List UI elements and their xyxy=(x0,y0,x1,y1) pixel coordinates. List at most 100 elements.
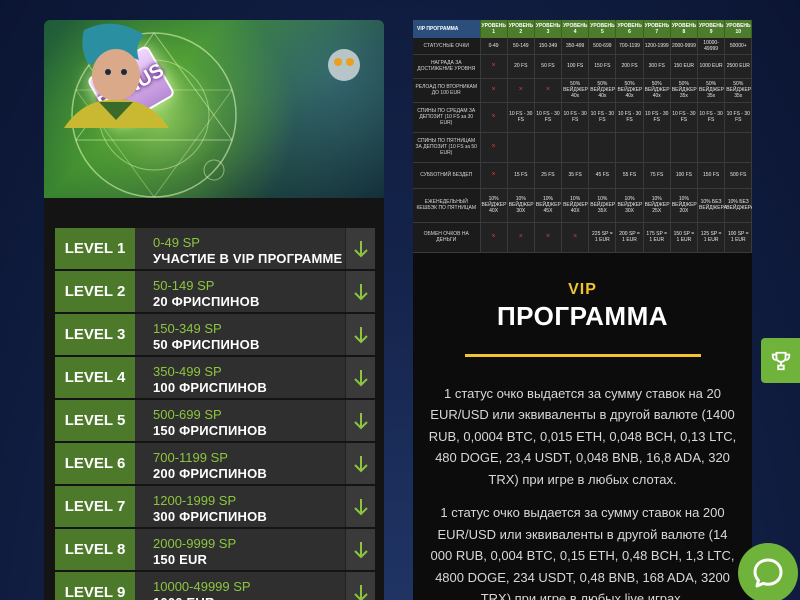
level-reward: 150 EUR xyxy=(153,551,208,567)
vip-heading: VIP ПРОГРАММА xyxy=(413,281,752,332)
bonus-hero-banner: BONUS xyxy=(44,20,384,198)
arrow-down-icon[interactable] xyxy=(345,271,375,312)
table-header-cell: УРОВЕНЬ 10 xyxy=(724,20,752,38)
table-cell: 1000 EUR xyxy=(697,54,726,79)
table-cell: 50% ВЕЙДЖЕР 35x xyxy=(670,78,699,103)
table-cell: 10% ВЕЙДЖЕР 20X xyxy=(670,188,699,223)
table-cell: × xyxy=(534,78,563,103)
vip-heading-title: ПРОГРАММА xyxy=(496,300,669,331)
table-cell: 10000-49999 xyxy=(697,38,726,55)
level-row[interactable]: LEVEL 5 500-699 SP 150 ФРИСПИНОВ xyxy=(55,400,375,441)
table-cell: 200 SP = 1 EUR xyxy=(615,222,644,253)
level-sp-range: 350-499 SP xyxy=(153,363,222,379)
table-header-cell: УРОВЕНЬ 4 xyxy=(561,20,590,38)
table-cell: 50% ВЕЙДЖЕР 40x xyxy=(643,78,671,103)
level-reward: УЧАСТИЕ В VIP ПРОГРАММЕ xyxy=(153,250,343,266)
level-info: 150-349 SP 50 ФРИСПИНОВ xyxy=(135,314,345,355)
level-label: LEVEL 5 xyxy=(55,400,135,441)
table-cell: 10% ВЕЙДЖЕР 30X xyxy=(507,188,535,223)
table-row-header: СПИНЫ ПО СРЕДАМ ЗА ДЕПОЗИТ (10 FS за 30 … xyxy=(413,102,481,133)
table-header-cell: УРОВЕНЬ 1 xyxy=(480,20,508,38)
vip-program-panel: VIP ПРОГРАММА УРОВЕНЬ 1 УРОВЕНЬ 2 УРОВЕНЬ 3… xyxy=(413,20,752,600)
table-cell: 50% ВЕЙДЖЕР 35x xyxy=(724,78,752,103)
table-cell: 50% ВЕЙДЖЕР 40x xyxy=(615,78,644,103)
level-label: LEVEL 8 xyxy=(55,529,135,570)
level-row[interactable]: LEVEL 4 350-499 SP 100 ФРИСПИНОВ xyxy=(55,357,375,398)
arrow-down-icon[interactable] xyxy=(345,400,375,441)
table-cell: 300 FS xyxy=(643,54,671,79)
table-row-header: СПИНЫ ПО ПЯТНИЦАМ ЗА ДЕПОЗИТ (10 FS за 5… xyxy=(413,132,481,163)
table-cell: 10 FS - 30 FS xyxy=(615,102,644,133)
level-row[interactable]: LEVEL 3 150-349 SP 50 ФРИСПИНОВ xyxy=(55,314,375,355)
table-cell: 10 FS - 30 FS xyxy=(643,102,671,133)
table-row: СПИНЫ ПО ПЯТНИЦАМ ЗА ДЕПОЗИТ (10 FS за 5… xyxy=(413,132,752,163)
table-cell: 100 FS xyxy=(670,162,699,189)
table-row: НАГРАДА ЗА ДОСТИЖЕНИЕ УРОВНЯ × 20 FS 50 FS 1… xyxy=(413,54,752,79)
level-reward: 20 ФРИСПИНОВ xyxy=(153,293,260,309)
arrow-down-icon[interactable] xyxy=(345,443,375,484)
level-label: LEVEL 2 xyxy=(55,271,135,312)
table-cell: 10% ВЕЙДЖЕР 30X xyxy=(615,188,644,223)
level-reward: 50 ФРИСПИНОВ xyxy=(153,336,260,352)
table-row: СПИНЫ ПО СРЕДАМ ЗА ДЕПОЗИТ (10 FS за 30 … xyxy=(413,102,752,133)
level-reward: 1000 EUR xyxy=(153,595,345,600)
level-row[interactable]: LEVEL 6 700-1199 SP 200 ФРИСПИНОВ xyxy=(55,443,375,484)
level-info: 500-699 SP 150 ФРИСПИНОВ xyxy=(135,400,345,441)
arrow-down-icon[interactable] xyxy=(345,314,375,355)
table-cell: 150-349 xyxy=(534,38,563,55)
table-cell: 45 FS xyxy=(588,162,617,189)
table-cell: 20 FS xyxy=(507,54,535,79)
arrow-down-icon[interactable] xyxy=(345,572,375,600)
table-cell: 100 SP = 1 EUR xyxy=(724,222,752,253)
table-cell: 55 FS xyxy=(615,162,644,189)
table-cell xyxy=(670,132,699,163)
level-row[interactable]: LEVEL 7 1200-1999 SP 300 ФРИСПИНОВ xyxy=(55,486,375,527)
level-label: LEVEL 7 xyxy=(55,486,135,527)
live-chat-button[interactable] xyxy=(738,543,798,600)
arrow-down-icon[interactable] xyxy=(345,357,375,398)
level-row[interactable]: LEVEL 2 50-149 SP 20 ФРИСПИНОВ xyxy=(55,271,375,312)
level-sp-range: 0-49 SP xyxy=(153,234,200,250)
level-row[interactable]: LEVEL 8 2000-9999 SP 150 EUR xyxy=(55,529,375,570)
level-row[interactable]: LEVEL 1 0-49 SP УЧАСТИЕ В VIP ПРОГРАММЕ xyxy=(55,228,375,269)
table-cell: 50% ВЕЙДЖЕР 40x xyxy=(561,78,590,103)
table-cell: 10 FS - 30 FS xyxy=(534,102,563,133)
table-header-cell: УРОВЕНЬ 7 xyxy=(643,20,671,38)
table-header-cell: УРОВЕНЬ 2 xyxy=(507,20,535,38)
arrow-down-icon[interactable] xyxy=(345,529,375,570)
table-row: ОБМЕН ОЧКОВ НА ДЕНЬГИ × × × × 225 SP = 1 EUR 2… xyxy=(413,222,752,253)
level-info: 350-499 SP 100 ФРИСПИНОВ xyxy=(135,357,345,398)
arrow-down-icon[interactable] xyxy=(345,486,375,527)
vip-program-table: VIP ПРОГРАММА УРОВЕНЬ 1 УРОВЕНЬ 2 УРОВЕНЬ 3… xyxy=(413,20,752,253)
table-header-cell: УРОВЕНЬ 8 xyxy=(670,20,699,38)
table-row: РЕЛОАД ПО ВТОРНИКАМ ДО 100 EUR × × × 50% ВЕЙ… xyxy=(413,78,752,103)
table-cell xyxy=(643,132,671,163)
table-cell: 10% ВЕЙДЖЕР 35X xyxy=(588,188,617,223)
level-row[interactable]: LEVEL 910000-49999 SP1000 EUR xyxy=(55,572,375,600)
table-cell: 50% ВЕЙДЖЕР 40x xyxy=(588,78,617,103)
arrow-down-icon[interactable] xyxy=(345,228,375,269)
table-cell xyxy=(588,132,617,163)
level-info: 10000-49999 SP1000 EUR xyxy=(135,572,345,600)
table-row-header: НАГРАДА ЗА ДОСТИЖЕНИЕ УРОВНЯ xyxy=(413,54,481,79)
level-reward: 100 ФРИСПИНОВ xyxy=(153,379,267,395)
table-cell: 175 SP = 1 EUR xyxy=(643,222,671,253)
table-cell: × xyxy=(480,222,508,253)
level-label: LEVEL 1 xyxy=(55,228,135,269)
table-cell: 10% ВЕЙДЖЕР 45X xyxy=(534,188,563,223)
table-row-header: ЕЖЕНЕДЕЛЬНЫЙ КЕШБЭК ПО ПЯТНИЦАМ xyxy=(413,188,481,223)
level-info: 2000-9999 SP 150 EUR xyxy=(135,529,345,570)
table-row: СТАТУСНЫЕ ОЧКИ 0-49 50-149 150-349 350-499 50… xyxy=(413,38,752,55)
level-sp-range: 500-699 SP xyxy=(153,406,222,422)
table-cell: 700-1199 xyxy=(615,38,644,55)
table-cell: × xyxy=(480,54,508,79)
chat-icon xyxy=(753,558,783,588)
level-label: LEVEL 4 xyxy=(55,357,135,398)
table-cell: 10 FS - 30 FS xyxy=(588,102,617,133)
trophy-tab-button[interactable] xyxy=(761,338,800,383)
table-cell: 1200-1999 xyxy=(643,38,671,55)
table-cell: 10% БЕЗ ВЕЙДЖЕРА xyxy=(697,188,727,223)
level-reward: 150 ФРИСПИНОВ xyxy=(153,422,267,438)
table-row-header: РЕЛОАД ПО ВТОРНИКАМ ДО 100 EUR xyxy=(413,78,481,103)
table-cell: 10 FS - 30 FS xyxy=(561,102,590,133)
